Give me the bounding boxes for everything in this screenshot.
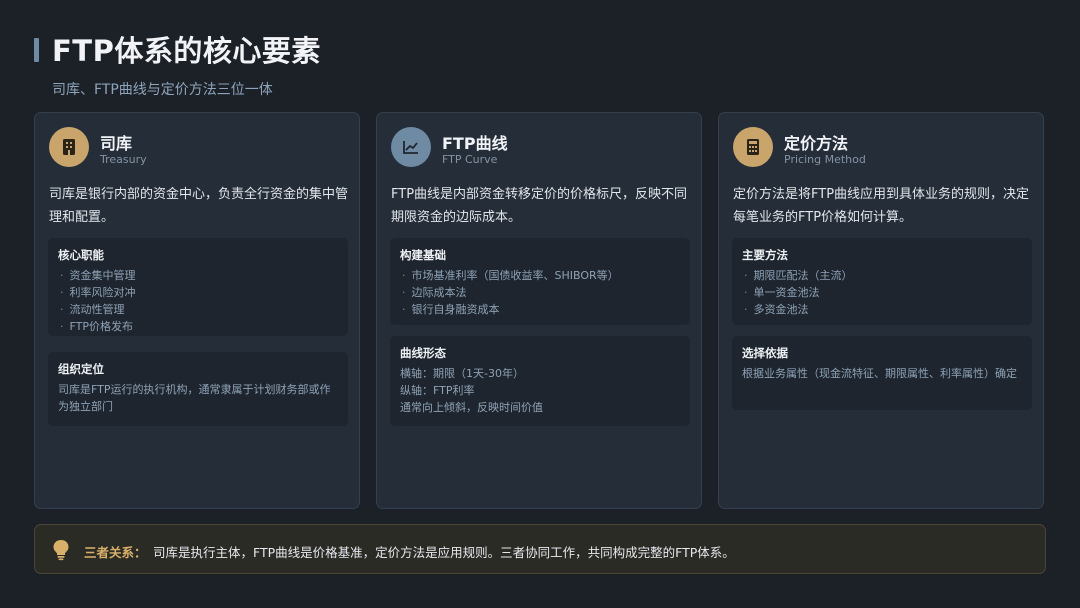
info-box-selection-basis: 选择依据 根据业务属性（现金流特征、期限属性、利率属性）确定	[732, 336, 1032, 410]
card-subtitle: FTP Curve	[442, 153, 498, 166]
info-box-curve-shape: 曲线形态 横轴：期限（1天-30年） 纵轴：FTP利率 通常向上倾斜，反映时间价…	[390, 336, 690, 426]
list-item: 银行自身融资成本	[400, 301, 680, 318]
box-title: 组织定位	[58, 362, 104, 376]
card-treasury: 司库 Treasury 司库是银行内部的资金中心，负责全行资金的集中管理和配置。…	[34, 112, 360, 509]
card-title: 定价方法	[784, 134, 849, 153]
card-description: 定价方法是将FTP曲线应用到具体业务的规则，决定每笔业务的FTP价格如何计算。	[733, 187, 1030, 225]
title-accent-bar	[34, 38, 39, 62]
box-line: 纵轴：FTP利率	[400, 384, 475, 397]
box-title: 曲线形态	[400, 346, 446, 360]
list-item: 市场基准利率（国债收益率、SHIBOR等）	[400, 267, 680, 284]
list-item: 利率风险对冲	[58, 284, 338, 301]
box-text: 根据业务属性（现金流特征、期限属性、利率属性）确定	[742, 367, 1017, 380]
list-item: 单一资金池法	[742, 284, 1022, 301]
card-description: 司库是银行内部的资金中心，负责全行资金的集中管理和配置。	[49, 187, 349, 225]
bullet-list: 期限匹配法（主流） 单一资金池法 多资金池法	[742, 267, 1022, 318]
box-title: 核心职能	[58, 248, 104, 262]
list-item: 多资金池法	[742, 301, 1022, 318]
card-title: 司库	[100, 134, 133, 153]
building-icon	[49, 127, 89, 167]
list-item: 流动性管理	[58, 301, 338, 318]
card-subtitle: Treasury	[100, 153, 147, 166]
info-box-positioning: 组织定位 司库是FTP运行的执行机构，通常隶属于计划财务部或作为独立部门	[48, 352, 348, 426]
calculator-icon	[733, 127, 773, 167]
bullet-list: 资金集中管理 利率风险对冲 流动性管理 FTP价格发布	[58, 267, 338, 335]
bullet-list: 市场基准利率（国债收益率、SHIBOR等） 边际成本法 银行自身融资成本	[400, 267, 680, 318]
card-ftp-curve: FTP曲线 FTP Curve FTP曲线是内部资金转移定价的价格标尺，反映不同…	[376, 112, 702, 509]
list-item: 边际成本法	[400, 284, 680, 301]
box-title: 构建基础	[400, 248, 446, 262]
line-chart-icon	[391, 127, 431, 167]
summary-text: 司库是执行主体，FTP曲线是价格基准，定价方法是应用规则。三者协同工作，共同构成…	[153, 545, 735, 560]
list-item: 期限匹配法（主流）	[742, 267, 1022, 284]
page-title: FTP体系的核心要素	[52, 34, 321, 68]
box-title: 选择依据	[742, 346, 788, 360]
card-title: FTP曲线	[442, 134, 508, 153]
summary-banner: 三者关系： 司库是执行主体，FTP曲线是价格基准，定价方法是应用规则。三者协同工…	[34, 524, 1046, 574]
box-title: 主要方法	[742, 248, 788, 262]
card-pricing-method: 定价方法 Pricing Method 定价方法是将FTP曲线应用到具体业务的规…	[718, 112, 1044, 509]
card-description: FTP曲线是内部资金转移定价的价格标尺，反映不同期限资金的边际成本。	[391, 187, 688, 225]
list-item: FTP价格发布	[58, 318, 338, 335]
info-box-core-functions: 核心职能 资金集中管理 利率风险对冲 流动性管理 FTP价格发布	[48, 238, 348, 336]
summary-label: 三者关系：	[84, 545, 147, 560]
info-box-main-methods: 主要方法 期限匹配法（主流） 单一资金池法 多资金池法	[732, 238, 1032, 325]
box-text: 司库是FTP运行的执行机构，通常隶属于计划财务部或作为独立部门	[58, 383, 331, 413]
box-line: 横轴：期限（1天-30年）	[400, 367, 524, 380]
card-subtitle: Pricing Method	[784, 153, 866, 166]
list-item: 资金集中管理	[58, 267, 338, 284]
page-subtitle: 司库、FTP曲线与定价方法三位一体	[52, 82, 273, 98]
box-line: 通常向上倾斜，反映时间价值	[400, 401, 543, 414]
info-box-construction-basis: 构建基础 市场基准利率（国债收益率、SHIBOR等） 边际成本法 银行自身融资成…	[390, 238, 690, 325]
lightbulb-icon	[51, 539, 71, 565]
